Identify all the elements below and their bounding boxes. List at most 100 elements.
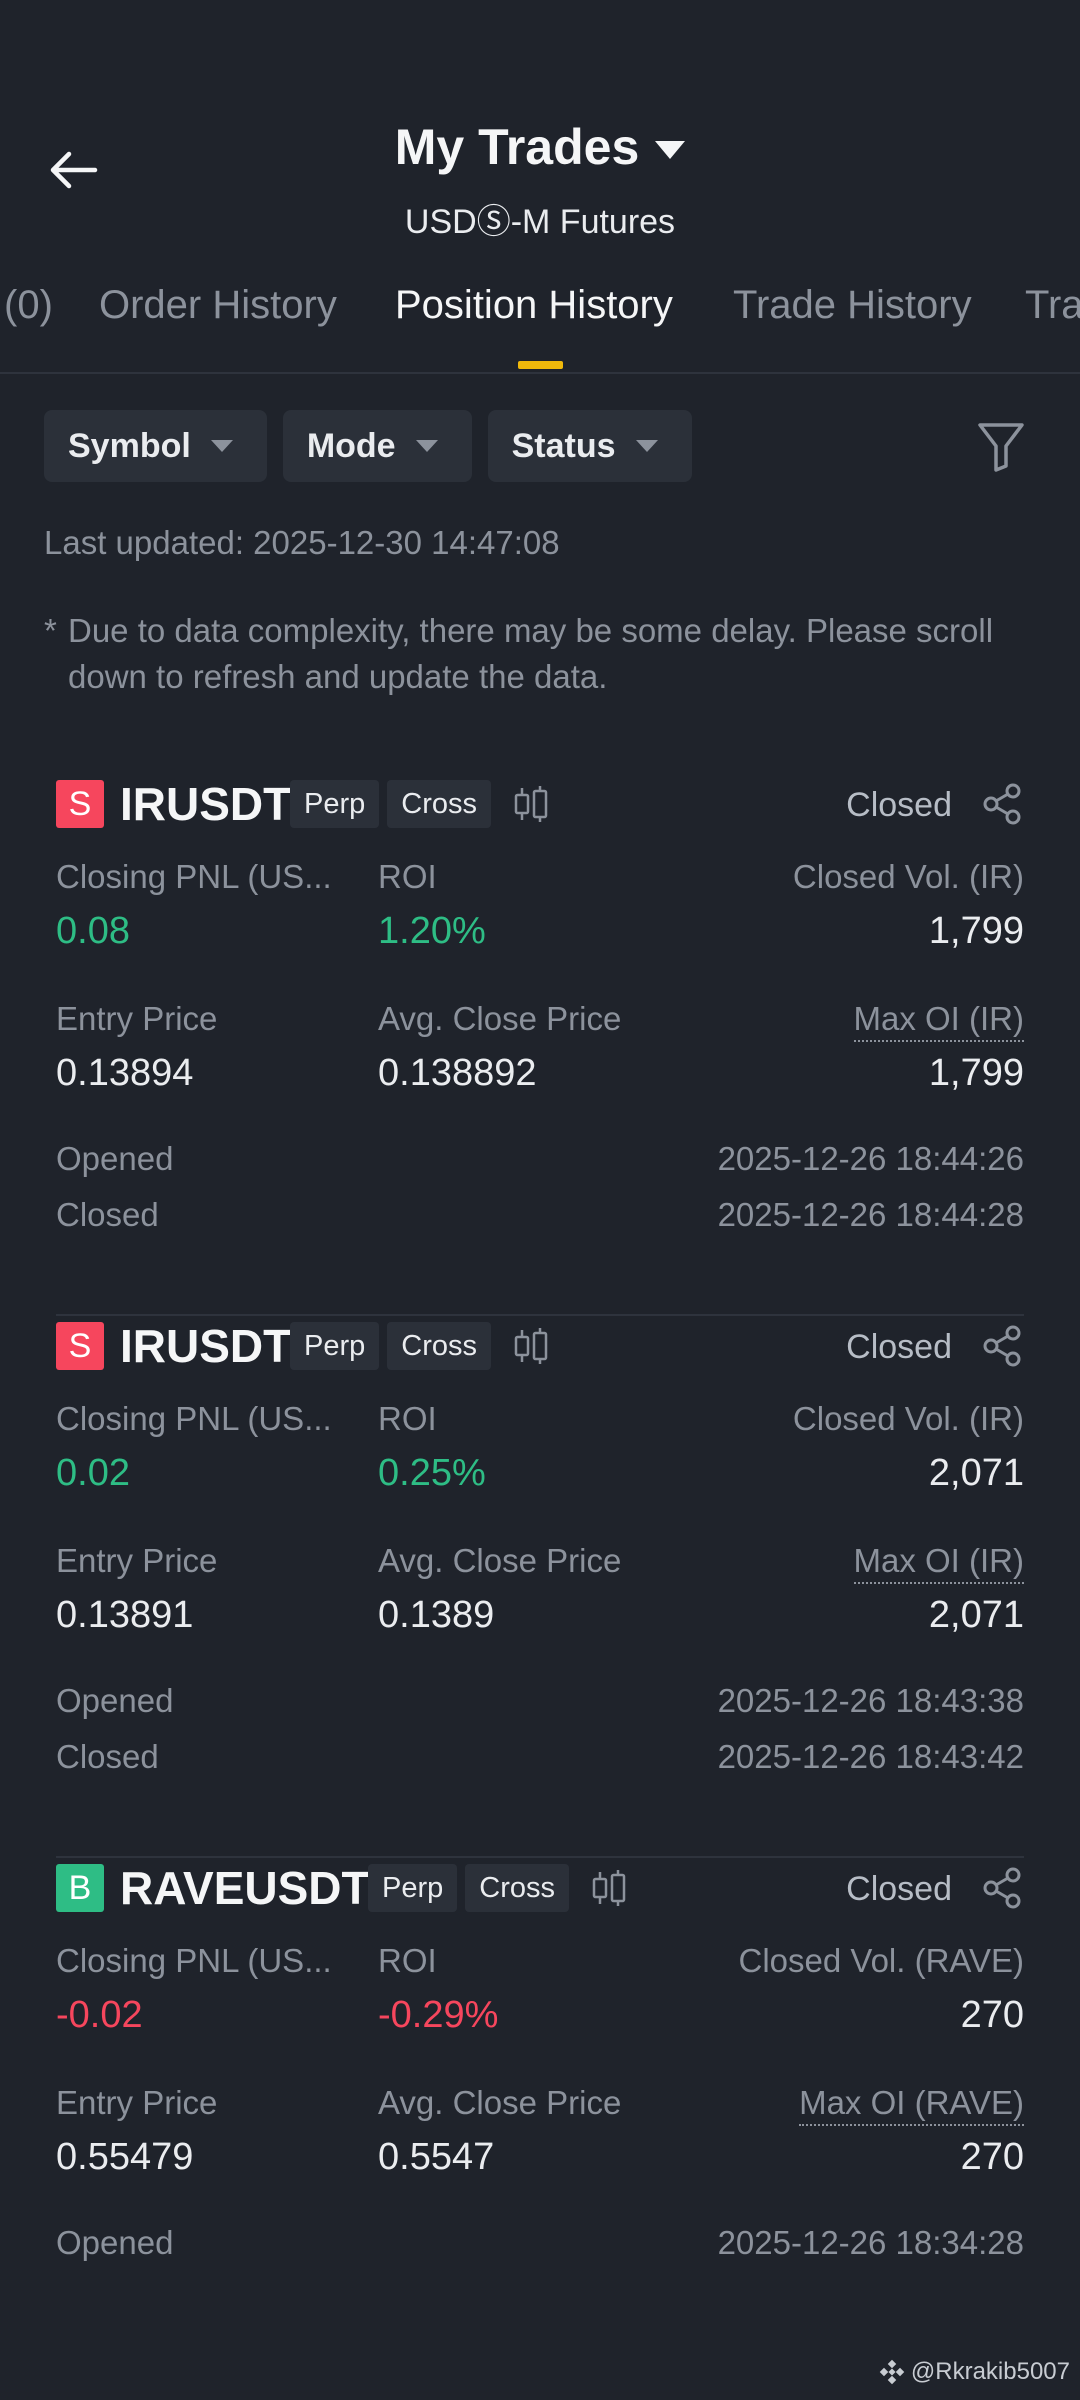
position-symbol: IRUSDT bbox=[120, 1320, 292, 1372]
closed-vol-label: Closed Vol. (IR) bbox=[792, 1400, 1024, 1437]
opened-label: Opened bbox=[56, 1682, 174, 1719]
max-oi-value: 1,799 bbox=[928, 1052, 1024, 1094]
position-status: Closed bbox=[846, 1870, 952, 1908]
page-title: My Trades bbox=[394, 119, 640, 175]
closed-vol-label: Closed Vol. (IR) bbox=[792, 858, 1024, 895]
perp-tag: Perp bbox=[290, 1322, 380, 1370]
tab-open-orders[interactable]: (0) bbox=[4, 283, 53, 328]
tab-transaction-history[interactable]: Tra bbox=[1025, 283, 1080, 328]
position-card[interactable]: B RAVEUSDT Perp Cross Closed Closing PNL… bbox=[56, 1858, 1024, 2278]
note-asterisk: * bbox=[44, 612, 57, 649]
max-oi-value: 2,071 bbox=[928, 1594, 1024, 1636]
opened-label: Opened bbox=[56, 2224, 174, 2261]
page: My Trades USDⓈ-M Futures (0) Order Histo… bbox=[0, 0, 1080, 2400]
entry-price-label: Entry Price bbox=[56, 1542, 218, 1579]
avg-close-price-value: 0.138892 bbox=[378, 1052, 537, 1094]
margin-mode-tag: Cross bbox=[387, 1322, 491, 1370]
share-icon[interactable] bbox=[980, 782, 1024, 826]
candlestick-chart-icon[interactable] bbox=[589, 1868, 629, 1908]
roi-label: ROI bbox=[378, 858, 437, 895]
closed-vol-value: 270 bbox=[960, 1994, 1024, 2036]
entry-price-value: 0.13894 bbox=[56, 1052, 194, 1094]
avg-close-price-label: Avg. Close Price bbox=[378, 1542, 622, 1579]
position-status: Closed bbox=[846, 786, 952, 824]
max-oi-label[interactable]: Max OI (IR) bbox=[853, 1542, 1024, 1584]
tab-bar: (0) Order History Position History Trade… bbox=[0, 283, 1080, 373]
symbol-filter-label: Symbol bbox=[68, 426, 191, 465]
closed-time: 2025-12-26 18:44:28 bbox=[717, 1196, 1024, 1233]
active-tab-indicator bbox=[518, 361, 563, 369]
roi-label: ROI bbox=[378, 1400, 437, 1437]
side-badge: S bbox=[56, 1322, 104, 1370]
position-card[interactable]: S IRUSDT Perp Cross Closed Closing PNL (… bbox=[56, 774, 1024, 1316]
closed-vol-value: 2,071 bbox=[928, 1452, 1024, 1494]
page-subtitle: USDⓈ-M Futures bbox=[404, 203, 676, 241]
closed-label: Closed bbox=[56, 1196, 159, 1233]
last-updated-text: Last updated: 2025-12-30 14:47:08 bbox=[44, 524, 560, 561]
perp-tag: Perp bbox=[368, 1864, 458, 1912]
closing-pnl-value: -0.02 bbox=[56, 1994, 143, 2036]
position-card[interactable]: S IRUSDT Perp Cross Closed Closing PNL (… bbox=[56, 1316, 1024, 1858]
max-oi-value: 270 bbox=[960, 2136, 1024, 2178]
position-tags: Perp Cross bbox=[290, 1322, 551, 1370]
entry-price-value: 0.13891 bbox=[56, 1594, 194, 1636]
side-badge: B bbox=[56, 1864, 104, 1912]
tab-order-history[interactable]: Order History bbox=[99, 283, 337, 328]
roi-value: 1.20% bbox=[378, 910, 486, 952]
avg-close-price-label: Avg. Close Price bbox=[378, 2084, 622, 2121]
opened-time: 2025-12-26 18:34:28 bbox=[717, 2224, 1024, 2261]
share-icon[interactable] bbox=[980, 1866, 1024, 1910]
opened-label: Opened bbox=[56, 1140, 174, 1177]
position-symbol: IRUSDT bbox=[120, 778, 292, 830]
closed-time: 2025-12-26 18:43:42 bbox=[717, 1738, 1024, 1775]
roi-label: ROI bbox=[378, 1942, 437, 1979]
roi-value: -0.29% bbox=[378, 1994, 499, 2036]
margin-mode-tag: Cross bbox=[387, 780, 491, 828]
status-filter-label: Status bbox=[511, 426, 616, 465]
avg-close-price-value: 0.1389 bbox=[378, 1594, 495, 1636]
position-tags: Perp Cross bbox=[290, 780, 551, 828]
position-tags: Perp Cross bbox=[368, 1864, 629, 1912]
tab-trade-history[interactable]: Trade History bbox=[733, 283, 972, 328]
closing-pnl-label: Closing PNL (US... bbox=[56, 858, 332, 895]
entry-price-label: Entry Price bbox=[56, 2084, 218, 2121]
opened-time: 2025-12-26 18:44:26 bbox=[717, 1140, 1024, 1177]
candlestick-chart-icon[interactable] bbox=[511, 784, 551, 824]
roi-value: 0.25% bbox=[378, 1452, 486, 1494]
filter-bar: Symbol Mode Status bbox=[44, 410, 692, 482]
data-delay-note: * Due to data complexity, there may be s… bbox=[44, 608, 1024, 700]
note-text: Due to data complexity, there may be som… bbox=[68, 612, 994, 695]
tab-position-history[interactable]: Position History bbox=[395, 283, 673, 328]
tabs-divider bbox=[0, 372, 1080, 374]
chevron-down-icon bbox=[415, 440, 438, 452]
chevron-down-icon bbox=[655, 141, 686, 159]
closed-label: Closed bbox=[56, 1738, 159, 1775]
status-filter[interactable]: Status bbox=[487, 410, 692, 482]
max-oi-label[interactable]: Max OI (RAVE) bbox=[799, 2084, 1024, 2126]
symbol-filter[interactable]: Symbol bbox=[44, 410, 267, 482]
title-dropdown[interactable]: My Trades bbox=[0, 118, 1080, 176]
avg-close-price-value: 0.5547 bbox=[378, 2136, 495, 2178]
candlestick-chart-icon[interactable] bbox=[511, 1326, 551, 1366]
perp-tag: Perp bbox=[290, 780, 380, 828]
opened-time: 2025-12-26 18:43:38 bbox=[717, 1682, 1024, 1719]
exchange-logo-icon bbox=[879, 2359, 905, 2385]
chevron-down-icon bbox=[635, 440, 658, 452]
watermark-text: @Rkrakib5007 bbox=[910, 2358, 1070, 2385]
position-symbol: RAVEUSDT bbox=[120, 1862, 370, 1914]
funnel-filter-icon[interactable] bbox=[976, 420, 1026, 474]
watermark: @Rkrakib5007 bbox=[879, 2358, 1070, 2386]
closing-pnl-value: 0.08 bbox=[56, 910, 130, 952]
chevron-down-icon bbox=[210, 440, 233, 452]
closed-vol-value: 1,799 bbox=[928, 910, 1024, 952]
max-oi-label[interactable]: Max OI (IR) bbox=[853, 1000, 1024, 1042]
entry-price-label: Entry Price bbox=[56, 1000, 218, 1037]
mode-filter-label: Mode bbox=[306, 426, 396, 465]
mode-filter[interactable]: Mode bbox=[282, 410, 472, 482]
share-icon[interactable] bbox=[980, 1324, 1024, 1368]
side-badge: S bbox=[56, 780, 104, 828]
entry-price-value: 0.55479 bbox=[56, 2136, 194, 2178]
position-status: Closed bbox=[846, 1328, 952, 1366]
closed-vol-label: Closed Vol. (RAVE) bbox=[738, 1942, 1025, 1979]
closing-pnl-label: Closing PNL (US... bbox=[56, 1400, 332, 1437]
